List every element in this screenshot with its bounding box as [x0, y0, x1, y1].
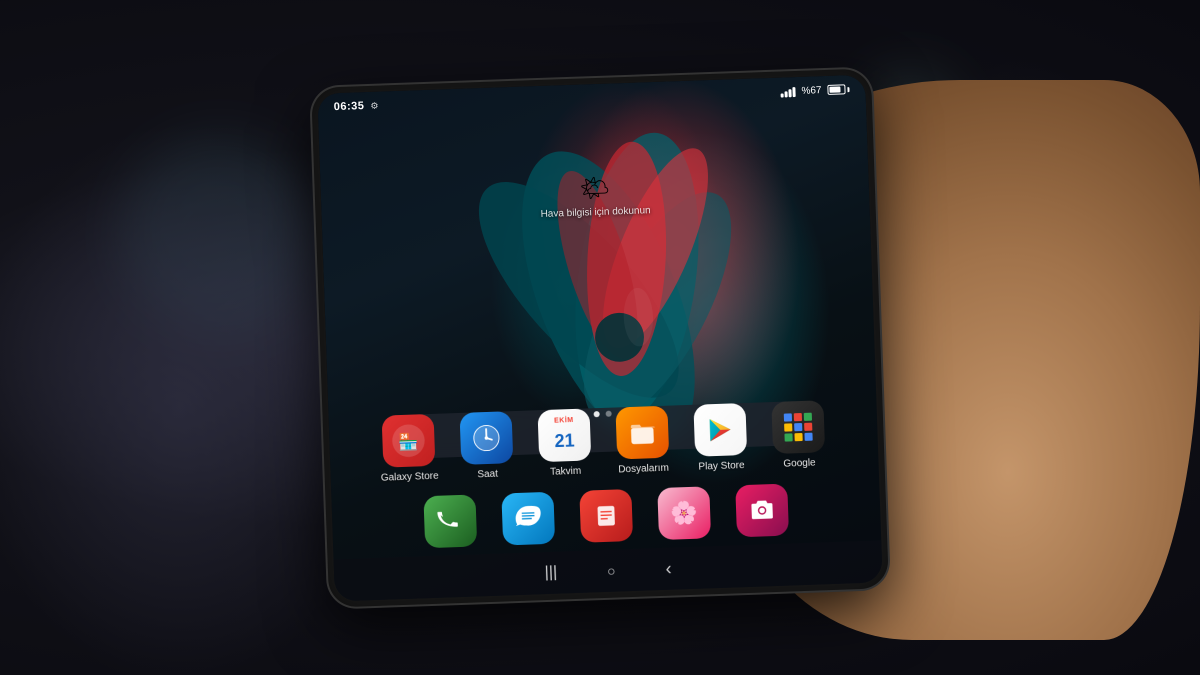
- app-play-store[interactable]: Play Store: [689, 402, 751, 472]
- battery-percent: %67: [801, 84, 821, 96]
- app-messages[interactable]: [497, 491, 559, 545]
- nav-back[interactable]: ‹: [665, 558, 672, 579]
- google-icon: [771, 400, 825, 454]
- app-dosyalarim[interactable]: Dosyalarım: [611, 405, 673, 475]
- saat-label: Saat: [477, 468, 498, 480]
- app-notes[interactable]: [575, 488, 637, 542]
- phone-icon: [423, 494, 477, 548]
- app-grid: 🏪 Galaxy Store: [373, 399, 837, 549]
- weather-widget[interactable]: 🌤 Hava bilgisi için dokunun: [539, 172, 651, 220]
- weather-icon: 🌤: [539, 172, 650, 205]
- galaxy-store-icon: 🏪: [382, 413, 436, 467]
- play-store-label: Play Store: [698, 460, 744, 473]
- google-label: Google: [783, 457, 816, 469]
- camera-icon: [735, 483, 789, 537]
- app-yoto[interactable]: 🌸: [653, 486, 715, 540]
- app-phone[interactable]: [419, 494, 481, 548]
- messages-icon: [501, 491, 555, 545]
- signal-bars: [781, 85, 796, 97]
- play-store-icon: [693, 402, 747, 456]
- svg-text:🏪: 🏪: [398, 431, 419, 451]
- takvim-icon: EKİM 21: [537, 408, 591, 462]
- cal-date: 21: [554, 431, 575, 450]
- battery-icon: [827, 84, 849, 95]
- notes-icon: [579, 489, 633, 543]
- takvim-label: Takvim: [550, 465, 581, 477]
- app-camera[interactable]: [731, 483, 793, 537]
- dosyalarim-label: Dosyalarım: [618, 462, 669, 475]
- phone-screen: 06:35 ⚙ %67: [317, 74, 882, 601]
- saat-icon: [460, 411, 514, 465]
- yoto-icon: 🌸: [657, 486, 711, 540]
- app-saat[interactable]: Saat: [456, 410, 518, 480]
- app-takvim[interactable]: EKİM 21 Takvim: [533, 408, 595, 478]
- phone-device: 06:35 ⚙ %67: [311, 68, 889, 607]
- app-google[interactable]: Google: [767, 400, 829, 470]
- phone-inner: 06:35 ⚙ %67: [317, 74, 882, 601]
- status-time: 06:35: [334, 100, 365, 113]
- nav-home[interactable]: ○: [607, 562, 616, 578]
- cal-month: EKİM: [554, 416, 574, 424]
- dosyalarim-icon: [615, 405, 669, 459]
- galaxy-store-label: Galaxy Store: [381, 470, 439, 483]
- status-icons: %67: [781, 83, 850, 97]
- nav-recents[interactable]: |||: [544, 563, 557, 581]
- scene: 06:35 ⚙ %67: [0, 0, 1200, 675]
- app-galaxy-store[interactable]: 🏪 Galaxy Store: [378, 413, 440, 483]
- settings-icon: ⚙: [370, 100, 378, 111]
